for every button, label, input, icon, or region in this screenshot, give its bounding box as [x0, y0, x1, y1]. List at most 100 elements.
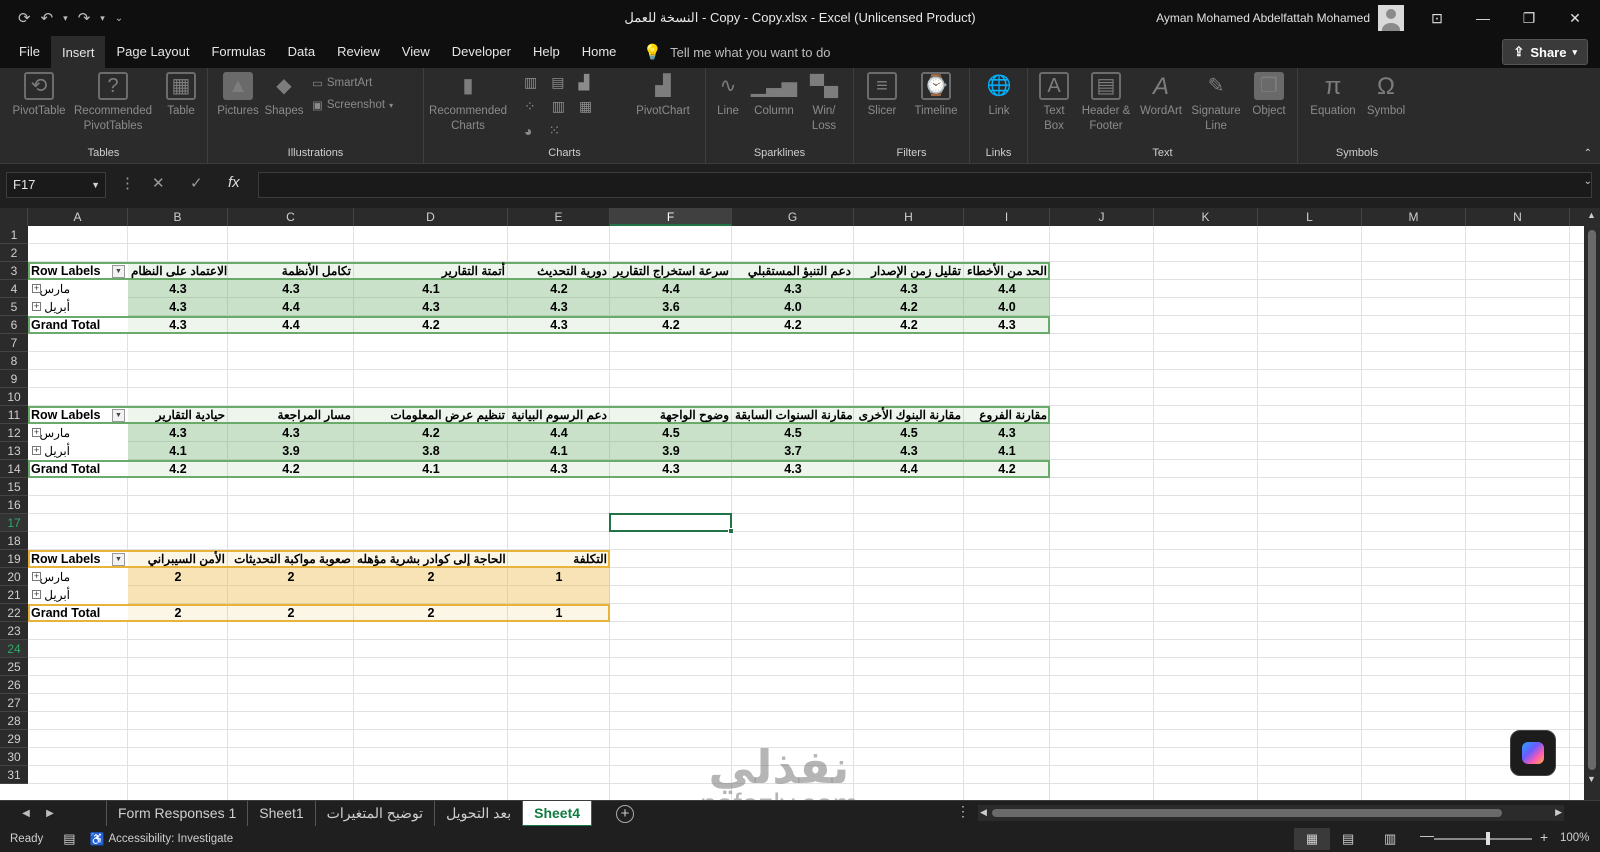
redo-icon[interactable]: ↷	[78, 9, 91, 27]
pivot-grand-total-cell[interactable]: 4.2	[228, 460, 354, 478]
combo-chart-icon[interactable]: ▦	[579, 98, 592, 115]
pivot-column-header[interactable]: مسار المراجعة	[228, 406, 354, 424]
horizontal-scroll-thumb[interactable]	[992, 809, 1502, 817]
pivot-grand-total-cell[interactable]: 4.1	[354, 460, 508, 478]
tab-review[interactable]: Review	[326, 36, 391, 68]
column-header[interactable]: D	[354, 208, 508, 226]
tab-formulas[interactable]: Formulas	[200, 36, 276, 68]
pivot-value-cell[interactable]: 4.5	[610, 424, 732, 442]
horizontal-scrollbar[interactable]: ◀ ▶	[978, 805, 1564, 821]
sheet-tab[interactable]: Sheet4	[523, 800, 593, 827]
pivot-grand-total-cell[interactable]: 4.2	[854, 316, 964, 334]
pivot-column-header[interactable]: تقليل زمن الإصدار	[854, 262, 964, 280]
share-button[interactable]: ⇪ Share ▾	[1502, 39, 1588, 65]
row-header[interactable]: 9	[0, 370, 28, 388]
scroll-up-icon[interactable]: ▲	[1587, 210, 1596, 220]
column-header[interactable]: L	[1258, 208, 1362, 226]
zoom-level[interactable]: 100%	[1560, 832, 1589, 844]
tab-insert[interactable]: Insert	[50, 36, 106, 68]
autosave-icon[interactable]: ⟳	[18, 9, 31, 27]
pivot-column-header[interactable]: الأمن السيبراني	[128, 550, 228, 568]
sheet-tab[interactable]: Form Responses 1	[107, 800, 249, 827]
pivot-value-cell[interactable]	[128, 586, 228, 604]
tab-file[interactable]: File	[8, 36, 51, 68]
expand-row-icon[interactable]: +	[32, 446, 41, 455]
user-name[interactable]: Ayman Mohamed Abdelfattah Mohamed	[1156, 0, 1370, 36]
pivot-value-cell[interactable]: 3.9	[228, 442, 354, 460]
pivot-value-cell[interactable]: 4.3	[732, 280, 854, 298]
screenshot-button[interactable]: ▣ Screenshot ▾	[312, 98, 393, 112]
pivot-column-header[interactable]: دورية التحديث	[508, 262, 610, 280]
row-header[interactable]: 22	[0, 604, 28, 622]
column-header[interactable]: G	[732, 208, 854, 226]
pivot-column-header[interactable]: التكلفة	[508, 550, 610, 568]
signature-line-button[interactable]: ✎ Signature Line	[1188, 72, 1244, 134]
pie-chart-icon[interactable]: ◕	[524, 123, 532, 139]
pivot-column-header[interactable]: حيادية التقارير	[128, 406, 228, 424]
pivot-column-header[interactable]: سرعة استخراج التقارير	[610, 262, 732, 280]
pivot-value-cell[interactable]: 4.3	[128, 280, 228, 298]
row-header[interactable]: 30	[0, 748, 28, 766]
tab-page-layout[interactable]: Page Layout	[105, 36, 200, 68]
row-header[interactable]: 24	[0, 640, 28, 658]
pivot-value-cell[interactable]: 4.3	[854, 280, 964, 298]
sheet-tab[interactable]: Sheet1	[248, 800, 316, 827]
pivot-column-header[interactable]: صعوبة مواكبة التحديثات	[228, 550, 354, 568]
pivot-value-cell[interactable]: 1	[508, 568, 610, 586]
pivot-grand-total-cell[interactable]: 4.3	[508, 316, 610, 334]
active-cell[interactable]	[609, 513, 734, 534]
pivot-row-label[interactable]: مارس	[28, 568, 128, 586]
sheet-tab[interactable]: بعد التحويل	[435, 800, 524, 827]
fill-handle[interactable]	[728, 528, 734, 534]
timeline-button[interactable]: ⌚ Timeline	[908, 72, 964, 119]
zoom-slider[interactable]	[1434, 838, 1532, 840]
row-header[interactable]: 13	[0, 442, 28, 460]
pictures-button[interactable]: ▲ Pictures	[216, 72, 260, 119]
redo-dropdown-icon[interactable]: ▾	[100, 13, 105, 24]
row-header[interactable]: 19	[0, 550, 28, 568]
pivot-value-cell[interactable]: 4.3	[964, 424, 1050, 442]
row-header[interactable]: 17	[0, 514, 28, 532]
pivot-grand-total-cell[interactable]: 4.4	[228, 316, 354, 334]
tab-data[interactable]: Data	[277, 36, 326, 68]
pivot-grand-total-cell[interactable]: 4.3	[610, 460, 732, 478]
scroll-down-icon[interactable]: ▼	[1587, 774, 1596, 784]
column-header[interactable]: H	[854, 208, 964, 226]
row-header[interactable]: 10	[0, 388, 28, 406]
expand-row-icon[interactable]: +	[32, 302, 41, 311]
equation-button[interactable]: π Equation	[1306, 72, 1360, 119]
pivot-filter-dropdown-icon[interactable]: ▼	[112, 409, 125, 422]
waterfall-chart-icon[interactable]: ▟	[578, 74, 589, 91]
avatar[interactable]	[1378, 5, 1404, 31]
column-header[interactable]: J	[1050, 208, 1154, 226]
pivot-value-cell[interactable]: 4.3	[128, 424, 228, 442]
row-header[interactable]: 4	[0, 280, 28, 298]
recommended-pivottables-button[interactable]: ? Recommended PivotTables	[70, 72, 156, 134]
zoom-out-icon[interactable]: —	[1420, 827, 1434, 843]
sparkline-column-button[interactable]: ▁▃▅ Column	[750, 72, 798, 119]
sparkline-line-button[interactable]: ∿ Line	[710, 72, 746, 119]
tell-me-search[interactable]: 💡 Tell me what you want to do	[643, 43, 830, 61]
scatter-chart-icon[interactable]: ⁘	[524, 98, 536, 115]
row-header[interactable]: 1	[0, 226, 28, 244]
pivot-grand-total-label[interactable]: Grand Total	[28, 604, 128, 622]
shapes-button[interactable]: ◆ Shapes	[262, 72, 306, 119]
zoom-slider-knob[interactable]	[1486, 832, 1490, 845]
pivot-grand-total-cell[interactable]: 4.3	[508, 460, 610, 478]
row-header[interactable]: 27	[0, 694, 28, 712]
pivot-column-header[interactable]: وضوح الواجهة	[610, 406, 732, 424]
pivot-value-cell[interactable]: 4.3	[128, 298, 228, 316]
pivot-value-cell[interactable]: 4.0	[964, 298, 1050, 316]
row-header[interactable]: 16	[0, 496, 28, 514]
row-header[interactable]: 14	[0, 460, 28, 478]
column-header[interactable]: K	[1154, 208, 1258, 226]
slicer-button[interactable]: ≡ Slicer	[860, 72, 904, 119]
tab-developer[interactable]: Developer	[441, 36, 522, 68]
pivot-grand-total-cell[interactable]: 4.3	[732, 460, 854, 478]
more-options-icon[interactable]: ⋮	[120, 174, 135, 192]
chart-types-grid[interactable]: ▥ ▤ ▟	[524, 74, 589, 91]
pivot-grand-total-cell[interactable]: 4.2	[732, 316, 854, 334]
accessibility-icon[interactable]: ♿	[90, 832, 105, 846]
column-header[interactable]: I	[964, 208, 1050, 226]
recommended-charts-button[interactable]: ▮ Recommended Charts	[429, 72, 507, 134]
